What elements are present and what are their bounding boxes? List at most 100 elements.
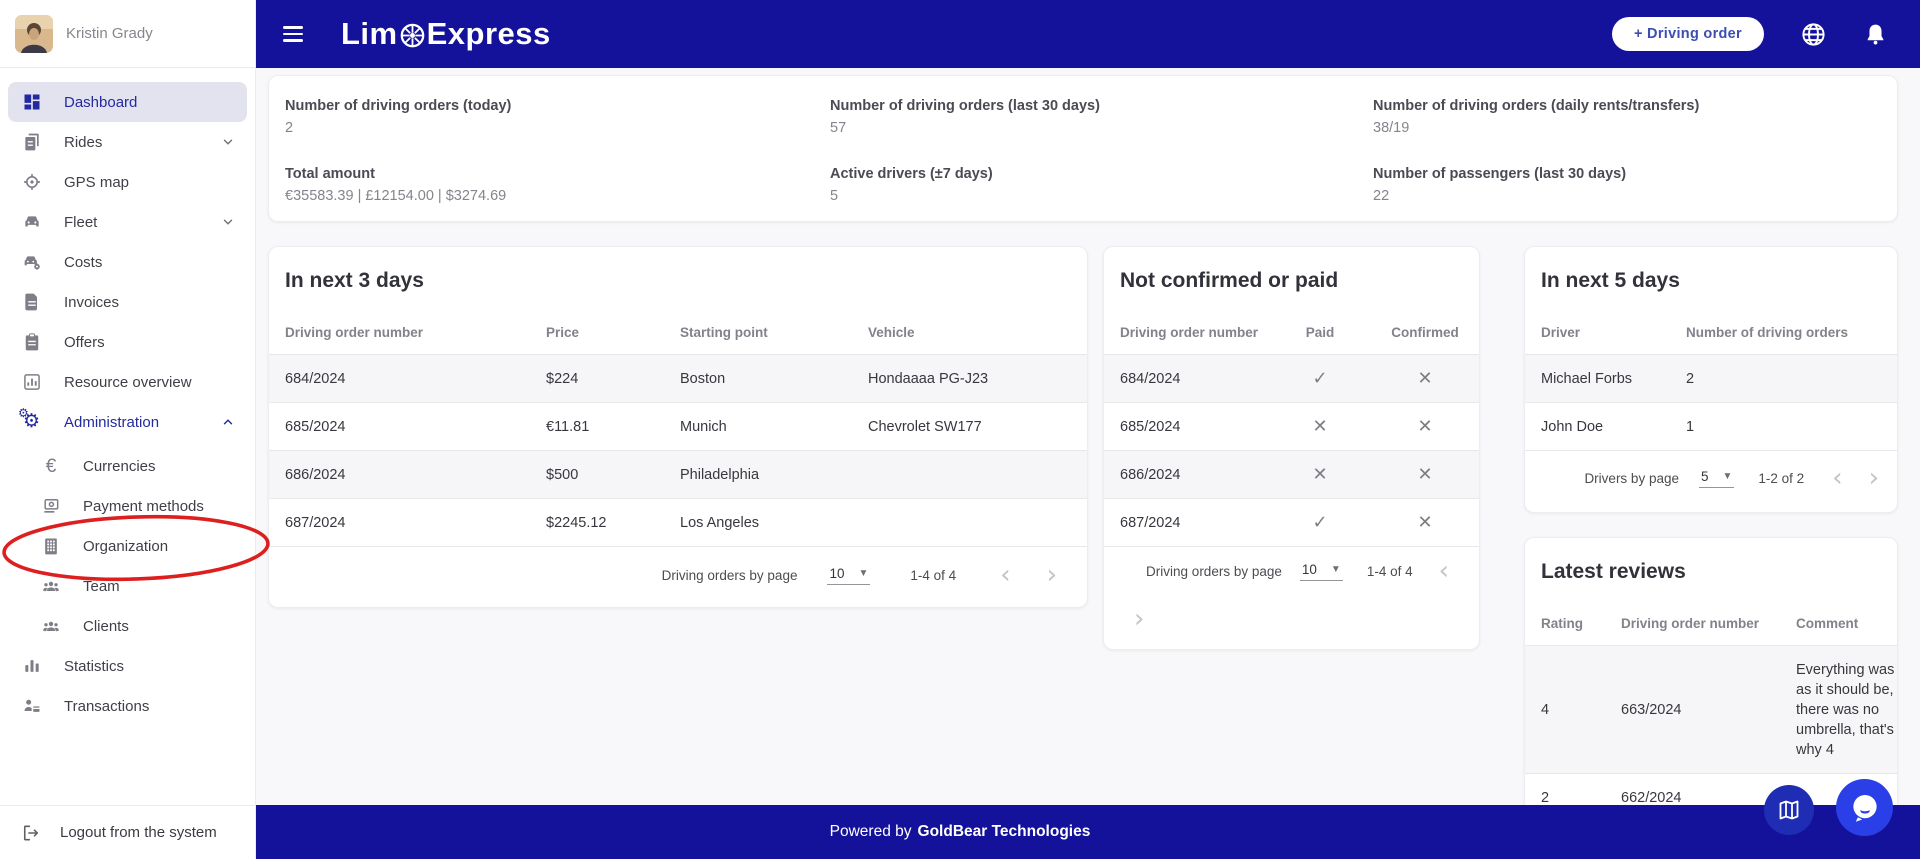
logo-text-1: Lim	[341, 16, 398, 52]
sidebar-item-label: Fleet	[64, 214, 97, 231]
pagination: Drivers by page 5▼ 1-2 of 2 ‹ ›	[1525, 451, 1897, 505]
table-row[interactable]: Michael Forbs2	[1525, 355, 1897, 403]
card-title: In next 5 days	[1525, 247, 1897, 311]
caret-down-icon: ▼	[859, 568, 869, 579]
sidebar-item-dashboard[interactable]: Dashboard	[8, 82, 247, 122]
sidebar-menu: Dashboard Rides GPS map Fleet	[0, 68, 255, 726]
sidebar-item-label: Invoices	[64, 294, 119, 311]
sidebar-item-team[interactable]: Team	[8, 566, 247, 606]
confirmed-status-icon: ✕	[1370, 416, 1480, 437]
sidebar-item-fleet[interactable]: Fleet	[8, 202, 247, 242]
pagination-label: Driving orders by page	[662, 568, 798, 583]
language-globe-icon[interactable]	[1800, 21, 1827, 48]
sidebar-item-administration[interactable]: ⚙⚙ Administration	[8, 402, 247, 442]
pagination-label: Driving orders by page	[1146, 564, 1282, 579]
user-name: Kristin Grady	[66, 25, 153, 42]
table-row[interactable]: John Doe1	[1525, 403, 1897, 451]
sidebar-item-organization[interactable]: Organization	[8, 526, 247, 566]
page-size-select[interactable]: 5▼	[1699, 469, 1734, 488]
add-driving-order-button[interactable]: + Driving order	[1612, 17, 1764, 51]
clients-people-icon	[39, 616, 63, 636]
sidebar-item-invoices[interactable]: Invoices	[8, 282, 247, 322]
table-header: Driver Number of driving orders	[1525, 311, 1897, 355]
table-row[interactable]: 686/2024 ✕ ✕	[1104, 451, 1479, 499]
paid-status-icon: ✕	[1270, 464, 1370, 485]
table-row[interactable]: 687/2024$2245.12Los Angeles	[269, 499, 1087, 547]
notifications-bell-icon[interactable]	[1863, 22, 1888, 47]
sidebar-item-rides[interactable]: Rides	[8, 122, 247, 162]
gps-target-icon	[20, 172, 44, 192]
chat-fab-button[interactable]	[1836, 779, 1893, 836]
prev-page-button[interactable]: ‹	[994, 562, 1016, 588]
chevron-down-icon	[221, 135, 235, 149]
stats-card: Number of driving orders (today)2 Number…	[268, 75, 1898, 222]
pagination-range: 1-2 of 2	[1758, 471, 1804, 486]
sidebar-item-label: Clients	[83, 618, 129, 635]
table-header: Driving order number Price Starting poin…	[269, 311, 1087, 355]
prev-page-button[interactable]: ‹	[1433, 558, 1455, 584]
sidebar-item-transactions[interactable]: Transactions	[8, 686, 247, 726]
next-5-days-card: In next 5 days Driver Number of driving …	[1524, 246, 1898, 513]
sidebar-item-label: Payment methods	[83, 498, 204, 515]
sidebar-item-label: Organization	[83, 538, 168, 555]
latest-reviews-card: Latest reviews Rating Driving order numb…	[1524, 537, 1898, 805]
paid-status-icon: ✕	[1270, 416, 1370, 437]
stat-cell: Total amount€35583.39 | £12154.00 | $327…	[285, 164, 830, 232]
wheel-logo-icon	[399, 22, 426, 49]
logout-button[interactable]: Logout from the system	[0, 805, 255, 859]
table-row[interactable]: 684/2024 ✓ ✕	[1104, 355, 1479, 403]
logout-icon	[19, 823, 43, 843]
hamburger-menu-icon[interactable]	[283, 26, 303, 41]
sidebar-item-gps-map[interactable]: GPS map	[8, 162, 247, 202]
user-profile: Kristin Grady	[0, 0, 255, 68]
caret-down-icon: ▼	[1331, 564, 1341, 575]
next-page-button[interactable]: ›	[1128, 606, 1150, 632]
page-size-select[interactable]: 10▼	[827, 566, 870, 585]
table-row[interactable]: 686/2024$500Philadelphia	[269, 451, 1087, 499]
sidebar-item-statistics[interactable]: Statistics	[8, 646, 247, 686]
sidebar-item-currencies[interactable]: € Currencies	[8, 446, 247, 486]
chat-bubble-icon	[1848, 791, 1882, 825]
pagination-label: Drivers by page	[1584, 471, 1679, 486]
resource-chart-icon	[20, 372, 44, 392]
prev-page-button[interactable]: ‹	[1826, 465, 1848, 491]
chevron-up-icon	[221, 415, 235, 429]
card-title: In next 3 days	[269, 247, 1087, 311]
sidebar-item-costs[interactable]: Costs	[8, 242, 247, 282]
next-page-button[interactable]: ›	[1863, 465, 1885, 491]
stat-cell: Number of driving orders (last 30 days)5…	[830, 96, 1373, 164]
sidebar-item-payment-methods[interactable]: Payment methods	[8, 486, 247, 526]
review-rating: 2	[1541, 790, 1621, 806]
next-page-button[interactable]: ›	[1041, 562, 1063, 588]
stat-cell: Number of passengers (last 30 days)22	[1373, 164, 1881, 232]
table-row[interactable]: 685/2024€11.81MunichChevrolet SW177	[269, 403, 1087, 451]
main-content: Number of driving orders (today)2 Number…	[256, 68, 1920, 805]
sidebar-item-resource-overview[interactable]: Resource overview	[8, 362, 247, 402]
sidebar-item-label: Offers	[64, 334, 105, 351]
review-comment: Everything was as it should be, there wa…	[1796, 652, 1904, 768]
map-fab-button[interactable]	[1764, 785, 1814, 835]
logo-text-2: Express	[427, 16, 551, 52]
sidebar-item-clients[interactable]: Clients	[8, 606, 247, 646]
table-header: Rating Driving order number Comment	[1525, 602, 1897, 646]
page-size-select[interactable]: 10▼	[1300, 562, 1343, 581]
sidebar-item-label: GPS map	[64, 174, 129, 191]
sidebar-item-offers[interactable]: Offers	[8, 322, 247, 362]
fleet-car-icon	[20, 212, 44, 232]
transactions-icon	[20, 696, 44, 716]
caret-down-icon: ▼	[1723, 471, 1733, 482]
table-row[interactable]: 684/2024$224BostonHondaaaa PG-J23	[269, 355, 1087, 403]
table-row[interactable]: 685/2024 ✕ ✕	[1104, 403, 1479, 451]
offers-clipboard-icon	[20, 332, 44, 352]
app-footer: Powered by GoldBear Technologies	[256, 805, 1920, 859]
map-icon	[1777, 798, 1801, 822]
card-title: Latest reviews	[1525, 538, 1897, 602]
statistics-bars-icon	[20, 656, 44, 676]
pagination: Driving orders by page 10▼ 1-4 of 4 ‹	[1104, 547, 1479, 595]
table-row[interactable]: 687/2024 ✓ ✕	[1104, 499, 1479, 547]
sidebar-item-label: Currencies	[83, 458, 156, 475]
review-order: 663/2024	[1621, 702, 1796, 718]
sidebar-item-label: Dashboard	[64, 94, 137, 111]
euro-icon: €	[39, 457, 63, 476]
table-row[interactable]: 4 663/2024 Everything was as it should b…	[1525, 646, 1897, 774]
